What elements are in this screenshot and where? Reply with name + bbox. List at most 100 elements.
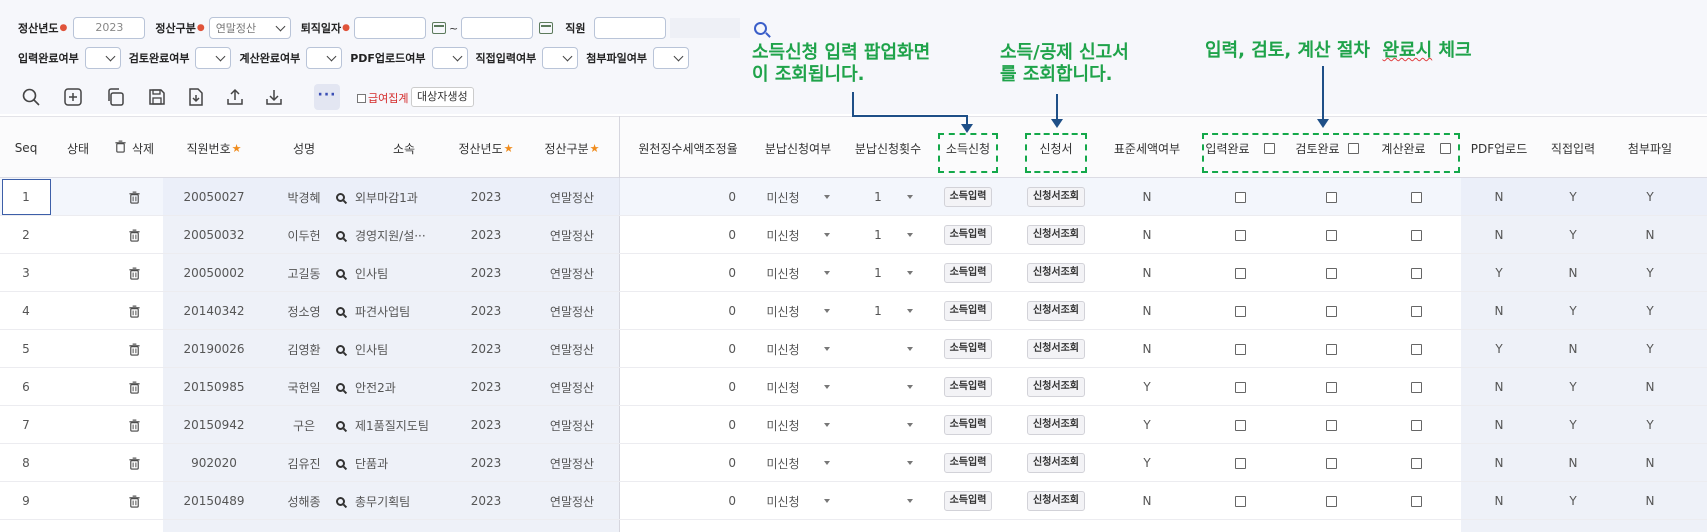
input-done-checkbox[interactable] xyxy=(1234,305,1246,317)
cell-installment[interactable]: 미신청 xyxy=(752,368,844,406)
review-done-checkbox[interactable] xyxy=(1325,381,1337,393)
cell-dept[interactable]: 제1품질지도팀 xyxy=(336,406,456,444)
cell-installment[interactable]: 미신청 xyxy=(752,254,844,292)
col-type[interactable]: 정산구분 ★ xyxy=(528,117,616,179)
report-view-button[interactable]: 신청서조회 xyxy=(1027,187,1085,207)
calendar-icon[interactable] xyxy=(432,22,447,34)
table-row[interactable]: 7 20150942 구은 제1품질지도팀 2023 연말정산 0 미신청 소득입력 신청서조회 Y… xyxy=(0,406,1707,444)
report-view-button[interactable]: 신청서조회 xyxy=(1027,339,1085,359)
dropdown-arrow-icon[interactable] xyxy=(823,195,830,199)
cell-withholding-rate[interactable]: 0 xyxy=(620,330,736,368)
dropdown-arrow-icon[interactable] xyxy=(907,423,913,427)
search-icon[interactable] xyxy=(336,458,345,468)
report-view-button[interactable]: 신청서조회 xyxy=(1027,377,1085,397)
search-icon[interactable] xyxy=(336,230,345,240)
table-row[interactable]: 2 20050032 이두헌 경영지원/설··· 2023 연말정산 0 미신청 1 소득입력 신청… xyxy=(0,216,1707,254)
cell-withholding-rate[interactable]: 0 xyxy=(620,406,736,444)
review-done-checkbox[interactable] xyxy=(1325,305,1337,317)
search-icon[interactable] xyxy=(336,420,345,430)
cell-dept[interactable]: 총무기획팀 xyxy=(336,482,456,520)
cell-installment-count[interactable] xyxy=(842,406,934,444)
income-input-button[interactable]: 소득입력 xyxy=(943,225,993,245)
col-installment-count[interactable]: 분납신청횟수 xyxy=(842,117,934,179)
income-input-button[interactable]: 소득입력 xyxy=(943,263,993,283)
more-options-button[interactable]: ··· xyxy=(314,84,340,110)
trash-icon[interactable] xyxy=(104,406,164,444)
cell-installment-count[interactable]: 1 xyxy=(842,254,934,292)
col-emp-no[interactable]: 직원번호 ★ xyxy=(164,117,264,179)
dropdown-arrow-icon[interactable] xyxy=(823,499,830,503)
dropdown-arrow-icon[interactable] xyxy=(823,309,830,313)
report-view-button[interactable]: 신청서조회 xyxy=(1027,225,1085,245)
dropdown-arrow-icon[interactable] xyxy=(907,195,913,199)
input-done-checkbox[interactable] xyxy=(1234,381,1246,393)
income-input-button[interactable]: 소득입력 xyxy=(943,453,993,473)
cell-installment-count[interactable]: 1 xyxy=(842,216,934,254)
dropdown-arrow-icon[interactable] xyxy=(907,461,913,465)
calc-done-checkbox[interactable] xyxy=(1410,229,1422,241)
cell-installment[interactable]: 미신청 xyxy=(752,482,844,520)
employee-input[interactable] xyxy=(593,17,666,39)
attachment-filter-select[interactable] xyxy=(652,47,689,69)
search-icon[interactable] xyxy=(336,344,345,354)
cell-installment[interactable]: 미신청 xyxy=(752,216,844,254)
cell-installment[interactable]: 미신청 xyxy=(752,330,844,368)
cell-withholding-rate[interactable]: 0 xyxy=(620,254,736,292)
calc-done-checkbox[interactable] xyxy=(1410,191,1422,203)
income-input-button[interactable]: 소득입력 xyxy=(943,415,993,435)
col-name[interactable]: 성명 xyxy=(264,117,344,179)
income-input-button[interactable]: 소득입력 xyxy=(943,301,993,321)
cell-installment-count[interactable] xyxy=(842,368,934,406)
table-row[interactable]: 3 20050002 고길동 인사팀 2023 연말정산 0 미신청 1 소득입력 신청서조회 N Y N… xyxy=(0,254,1707,292)
trash-icon[interactable] xyxy=(104,368,164,406)
cell-dept[interactable]: 파견사업팀 xyxy=(336,292,456,330)
search-icon[interactable] xyxy=(336,306,345,316)
input-done-filter-select[interactable] xyxy=(84,47,121,69)
calc-done-checkbox[interactable] xyxy=(1410,495,1422,507)
search-icon[interactable] xyxy=(20,86,42,108)
input-done-checkbox[interactable] xyxy=(1234,457,1246,469)
search-icon[interactable] xyxy=(336,268,345,278)
cell-installment[interactable]: 미신청 xyxy=(752,178,844,216)
direct-input-filter-select[interactable] xyxy=(542,47,579,69)
calc-done-checkbox[interactable] xyxy=(1410,305,1422,317)
retire-end-input[interactable] xyxy=(461,17,534,39)
download-file-icon[interactable] xyxy=(185,86,207,108)
dropdown-arrow-icon[interactable] xyxy=(823,423,830,427)
search-icon[interactable] xyxy=(336,382,345,392)
col-seq[interactable]: Seq xyxy=(0,117,52,179)
dropdown-arrow-icon[interactable] xyxy=(907,309,913,313)
cell-installment-count[interactable]: 1 xyxy=(842,178,934,216)
retire-start-input[interactable] xyxy=(354,17,427,39)
trash-icon[interactable] xyxy=(104,254,164,292)
calc-done-checkbox[interactable] xyxy=(1410,267,1422,279)
cell-dept[interactable]: 단품과 xyxy=(336,444,456,482)
cell-dept[interactable]: 안전2과 xyxy=(336,368,456,406)
download-icon[interactable] xyxy=(263,86,285,108)
trash-icon[interactable] xyxy=(104,216,164,254)
col-delete[interactable]: 삭제 xyxy=(104,117,164,179)
trash-icon[interactable] xyxy=(104,330,164,368)
upload-icon[interactable] xyxy=(224,86,246,108)
add-icon[interactable] xyxy=(62,86,84,108)
cell-installment[interactable]: 미신청 xyxy=(752,444,844,482)
cell-dept[interactable]: 경영지원/설··· xyxy=(336,216,456,254)
income-input-button[interactable]: 소득입력 xyxy=(943,339,993,359)
cell-dept[interactable]: 외부마감1과 xyxy=(336,178,456,216)
trash-icon[interactable] xyxy=(104,292,164,330)
search-icon[interactable] xyxy=(336,192,345,202)
input-done-checkbox[interactable] xyxy=(1234,267,1246,279)
table-row[interactable]: 1 20050027 박경혜 외부마감1과 2023 연말정산 0 미신청 1 소득입력 신청서조회… xyxy=(0,178,1707,216)
cell-withholding-rate[interactable]: 0 xyxy=(620,368,736,406)
table-row[interactable]: 6 20150985 국헌일 안전2과 2023 연말정산 0 미신청 소득입력 신청서조회 Y N Y… xyxy=(0,368,1707,406)
cell-installment-count[interactable] xyxy=(842,330,934,368)
search-icon[interactable] xyxy=(336,496,345,506)
col-direct-input[interactable]: 직접입력 xyxy=(1537,117,1609,179)
report-view-button[interactable]: 신청서조회 xyxy=(1027,263,1085,283)
col-installment[interactable]: 분납신청여부 xyxy=(752,117,844,179)
trash-icon[interactable] xyxy=(104,178,164,216)
cell-withholding-rate[interactable]: 0 xyxy=(620,216,736,254)
col-attachment[interactable]: 첨부파일 xyxy=(1612,117,1688,179)
dropdown-arrow-icon[interactable] xyxy=(823,385,830,389)
dropdown-arrow-icon[interactable] xyxy=(907,499,913,503)
